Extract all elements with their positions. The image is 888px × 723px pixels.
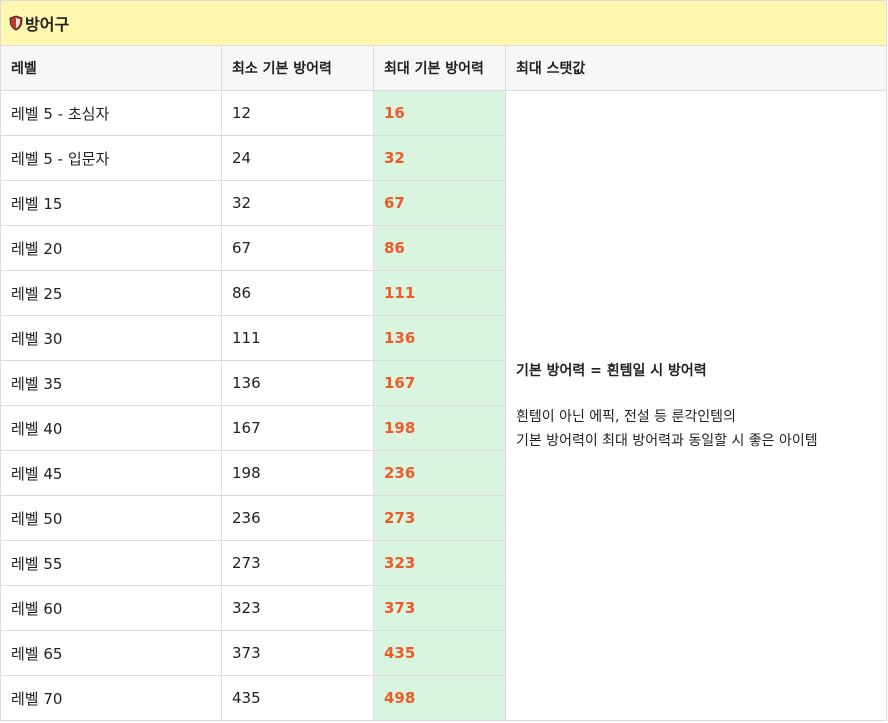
level-cell: 레벨 60 [0,585,222,631]
max-defense-cell: 373 [373,585,506,631]
min-defense-cell: 136 [221,360,374,406]
section-title: 방어구 [25,14,70,34]
level-cell: 레벨 45 [0,450,222,496]
min-defense-cell: 167 [221,405,374,451]
min-defense-cell: 435 [221,675,374,721]
defense-formula-note: 기본 방어력 = 흰템일 시 방어력 [516,362,707,379]
max-defense-cell: 498 [373,675,506,721]
level-cell: 레벨 30 [0,315,222,361]
min-defense-cell: 86 [221,270,374,316]
level-cell: 레벨 55 [0,540,222,586]
max-defense-cell: 32 [373,135,506,181]
min-defense-cell: 12 [221,90,374,136]
max-defense-cell: 198 [373,405,506,451]
max-defense-cell: 86 [373,225,506,271]
min-defense-cell: 111 [221,315,374,361]
column-header-max-defense: 최대 기본 방어력 [373,45,506,91]
max-defense-cell: 67 [373,180,506,226]
column-header-max-stat: 최대 스탯값 [504,45,888,91]
level-cell: 레벨 25 [0,270,222,316]
level-cell: 레벨 40 [0,405,222,451]
section-title-cell: 방어구 [0,0,888,46]
level-cell: 레벨 70 [0,675,222,721]
shield-icon [9,15,23,35]
max-defense-cell: 236 [373,450,506,496]
min-defense-cell: 198 [221,450,374,496]
table-header-row: 레벨 최소 기본 방어력 최대 기본 방어력 최대 스탯값 [0,45,888,91]
max-defense-cell: 136 [373,315,506,361]
max-defense-cell: 167 [373,360,506,406]
level-cell: 레벨 65 [0,630,222,676]
level-cell: 레벨 15 [0,180,222,226]
max-defense-cell: 435 [373,630,506,676]
note-line-1: 흰템이 아닌 에픽, 전설 등 룬각인템의 [516,408,736,425]
armor-table: 방어구 레벨 최소 기본 방어력 최대 기본 방어력 최대 스탯값 레벨 5 -… [0,0,888,721]
min-defense-cell: 24 [221,135,374,181]
max-defense-cell: 16 [373,90,506,136]
min-defense-cell: 323 [221,585,374,631]
min-defense-cell: 32 [221,180,374,226]
table-row: 레벨 5 - 초심자 12 16 기본 방어력 = 흰템일 시 방어력 흰템이 아닌 에… [0,90,888,721]
min-defense-cell: 273 [221,540,374,586]
min-defense-cell: 67 [221,225,374,271]
min-defense-cell: 373 [221,630,374,676]
column-header-level: 레벨 [0,45,222,91]
level-cell: 레벨 35 [0,360,222,406]
level-cell: 레벨 50 [0,495,222,541]
section-title-row: 방어구 [0,0,888,46]
max-defense-cell: 323 [373,540,506,586]
level-cell: 레벨 5 - 입문자 [0,135,222,181]
column-header-min-defense: 최소 기본 방어력 [221,45,374,91]
level-cell: 레벨 5 - 초심자 [0,90,222,136]
max-defense-cell: 273 [373,495,506,541]
min-defense-cell: 236 [221,495,374,541]
max-stat-note-cell: 기본 방어력 = 흰템일 시 방어력흰템이 아닌 에픽, 전설 등 룬각인템의기… [504,90,888,721]
level-cell: 레벨 20 [0,225,222,271]
max-defense-cell: 111 [373,270,506,316]
note-line-2: 기본 방어력이 최대 방어력과 동일할 시 좋은 아이템 [516,432,818,449]
